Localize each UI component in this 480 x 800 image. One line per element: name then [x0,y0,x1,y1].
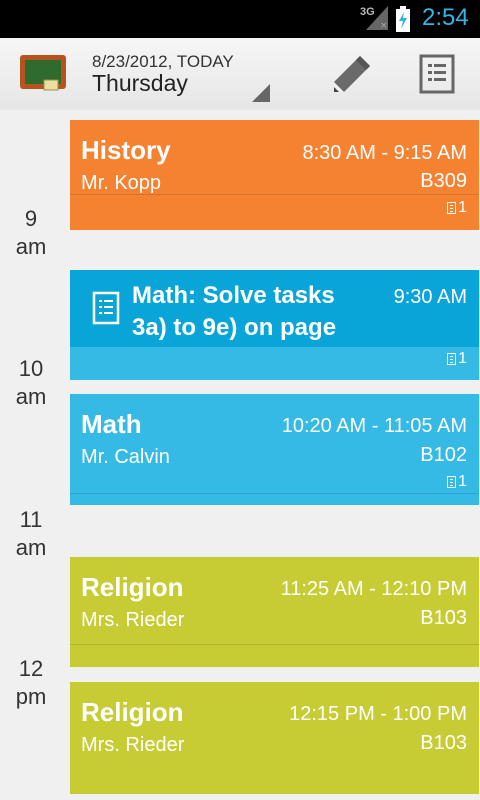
dropdown-triangle-icon[interactable] [252,84,270,102]
card-divider [70,493,479,494]
day-label[interactable]: Thursday [92,70,188,97]
hour-suffix: am [15,234,47,259]
event-time: 10:20 AM - 11:05 AM [281,415,467,437]
note-icon [447,476,457,488]
hour-label-12: 12 pm [0,655,62,711]
date-label[interactable]: 8/23/2012, TODAY [92,52,234,72]
hour-suffix: pm [15,684,47,709]
status-bar: 3G × 2:54 [0,0,480,38]
hour-suffix: am [15,535,47,560]
event-card-religion-2[interactable]: Religion 12:15 PM - 1:00 PM Mrs. Rieder … [70,682,479,794]
note-count: 1 [447,199,467,217]
note-count-value: 1 [458,199,467,216]
event-room: B309 [420,170,467,192]
hour-number: 12 [18,656,44,681]
hour-label-11: 11 am [0,506,62,562]
note-icon [447,353,457,365]
battery-icon [396,6,410,32]
chalkboard-app-icon[interactable] [20,55,66,93]
card-divider [70,644,479,645]
event-title: Religion [81,697,184,727]
event-title: History [81,135,171,165]
card-divider [70,194,479,195]
event-time: 11:25 AM - 12:10 PM [280,578,467,600]
event-time: 8:30 AM - 9:15 AM [302,142,467,164]
clock: 2:54 [422,4,469,31]
task-title: Math: Solve tasks 3a) to 9e) on page [132,282,337,341]
event-room: B103 [420,607,467,629]
event-room: B103 [420,732,467,754]
hour-number: 10 [18,356,44,381]
svg-text:×: × [380,21,388,30]
event-card-math[interactable]: Math 10:20 AM - 11:05 AM Mr. Calvin B102… [70,394,479,505]
hour-label-10: 10 am [0,355,62,411]
note-count: 1 [447,473,467,491]
event-card-math-task[interactable]: Math: Solve tasks 3a) to 9e) on page 9:3… [70,270,479,380]
event-teacher: Mrs. Rieder [81,609,185,631]
event-card-religion-1[interactable]: Religion 11:25 AM - 12:10 PM Mrs. Rieder… [70,557,479,667]
event-teacher: Mr. Calvin [81,446,170,468]
task-note-icon [92,291,120,325]
task-time: 9:30 AM [393,286,467,308]
event-room: B102 [420,444,467,466]
action-bar [0,38,480,111]
event-teacher: Mr. Kopp [81,172,162,194]
note-count-value: 1 [458,473,467,490]
pencil-icon[interactable] [330,52,374,96]
event-card-history[interactable]: History 8:30 AM - 9:15 AM Mr. Kopp B309 … [70,120,479,230]
event-title: Religion [81,572,184,602]
note-icon [447,202,457,214]
hour-number: 9 [24,206,38,231]
note-count: 1 [447,350,467,368]
hour-label-9: 9 am [0,205,62,261]
signal-icon: × [366,6,388,30]
notes-list-icon[interactable] [418,54,456,94]
event-time: 12:15 PM - 1:00 PM [289,703,467,725]
hour-number: 11 [19,507,43,532]
event-title: Math [81,409,142,439]
note-count-value: 1 [458,350,467,367]
event-teacher: Mrs. Rieder [81,734,185,756]
hour-suffix: am [15,384,47,409]
